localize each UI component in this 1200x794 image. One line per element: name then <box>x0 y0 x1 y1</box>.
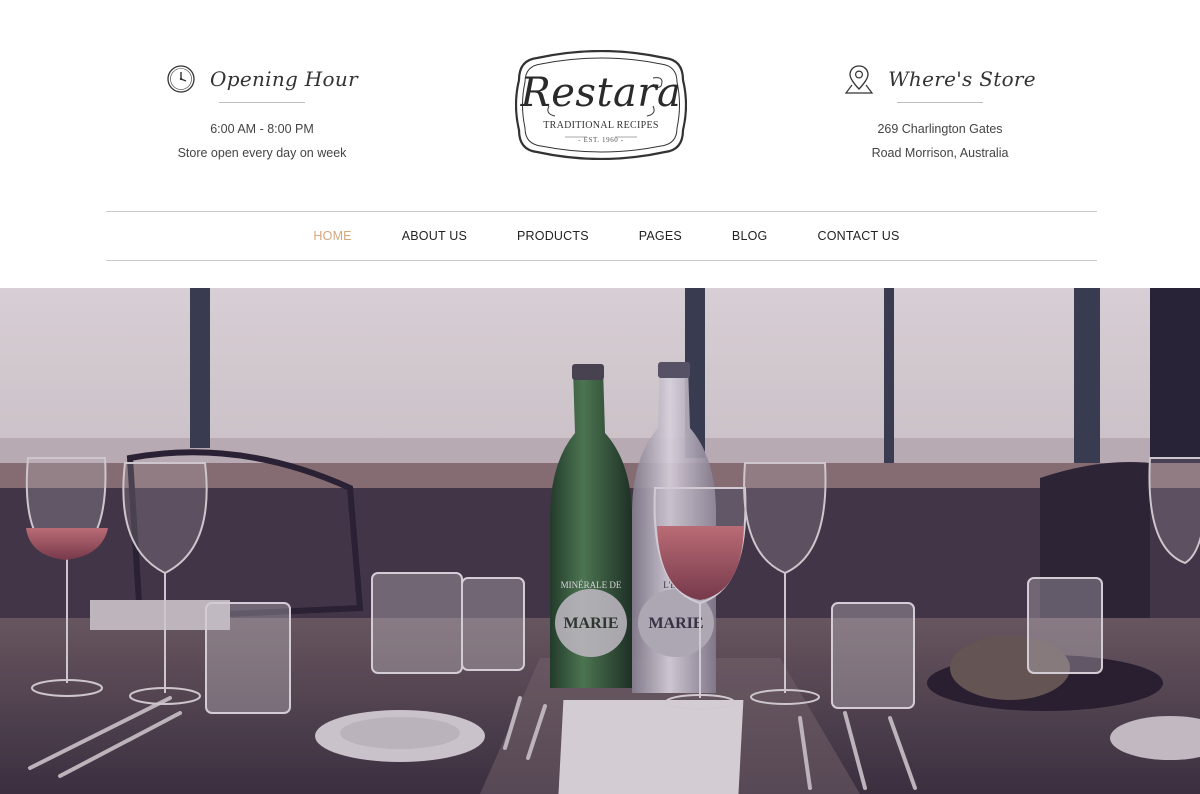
store-location-heading: Where's Store <box>830 60 1050 98</box>
store-location-block: Where's Store 269 Charlington Gates Road… <box>830 60 1050 165</box>
opening-hours-title: Opening Hour <box>210 67 358 91</box>
restaurant-table-photo: MARIE MINÉRALE DE MARIE L'EAU <box>0 288 1200 794</box>
map-pin-icon <box>844 63 874 95</box>
store-address-line1: 269 Charlington Gates <box>877 122 1003 136</box>
main-nav: HOME ABOUT US PRODUCTS PAGES BLOG CONTAC… <box>106 211 1097 261</box>
nav-item-about-us[interactable]: ABOUT US <box>402 229 467 243</box>
opening-hours-note: Store open every day on week <box>177 146 347 160</box>
nav-item-products[interactable]: PRODUCTS <box>517 229 589 243</box>
logo-tagline: TRADITIONAL RECIPES <box>543 120 659 131</box>
nav-item-pages[interactable]: PAGES <box>639 229 682 243</box>
store-location-title: Where's Store <box>888 67 1036 91</box>
logo-established: - EST. 1960 - <box>578 136 624 144</box>
opening-hours-heading: Opening Hour <box>152 60 372 98</box>
opening-hours-block: Opening Hour 6:00 AM - 8:00 PM Store ope… <box>152 60 372 165</box>
hero-image: MARIE MINÉRALE DE MARIE L'EAU <box>0 288 1200 794</box>
nav-item-blog[interactable]: BLOG <box>732 229 768 243</box>
divider <box>219 102 305 103</box>
store-address-line2: Road Morrison, Australia <box>871 146 1009 160</box>
site-logo[interactable]: Restara TRADITIONAL RECIPES - EST. 1960 … <box>515 50 687 160</box>
nav-item-home[interactable]: HOME <box>313 229 351 243</box>
clock-icon <box>166 64 196 94</box>
logo-wordmark: Restara <box>520 70 682 116</box>
opening-hours-time: 6:00 AM - 8:00 PM <box>210 122 314 136</box>
divider <box>897 102 983 103</box>
nav-item-contact-us[interactable]: CONTACT US <box>817 229 899 243</box>
